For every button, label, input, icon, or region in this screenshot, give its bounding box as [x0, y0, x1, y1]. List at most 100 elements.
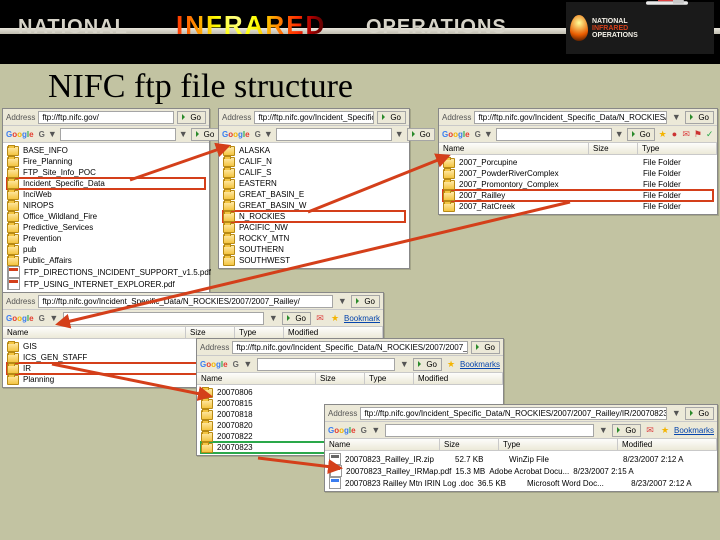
folder-icon [223, 212, 235, 222]
go-button[interactable]: Go [413, 358, 442, 371]
google-toolbar[interactable]: Google G Go [3, 126, 209, 143]
google-search-input[interactable] [496, 128, 612, 141]
column-header[interactable]: Name Size Type Modified [197, 373, 503, 385]
star-icon[interactable] [658, 128, 667, 140]
folder-row[interactable]: CALIF_N [223, 156, 405, 167]
mail-icon[interactable] [682, 128, 691, 140]
folder-row[interactable]: FTP_Site_Info_POC [7, 167, 205, 178]
address-url[interactable]: ftp://ftp.nifc.gov/Incident_Specific_Dat… [360, 407, 667, 420]
pdf-icon [8, 278, 20, 290]
folder-icon [223, 157, 235, 167]
bookmark-link[interactable]: Bookmark [344, 314, 380, 323]
folder-row[interactable]: EASTERN [223, 178, 405, 189]
folder-row[interactable]: SOUTHWEST [223, 255, 405, 266]
folder-row[interactable]: Prevention [7, 233, 205, 244]
folder-row[interactable]: GREAT_BASIN_W [223, 200, 405, 211]
address-url[interactable]: ftp://ftp.nifc.gov/ [38, 111, 174, 124]
folder-icon [223, 179, 235, 189]
google-search-input[interactable] [385, 424, 594, 437]
folder-name: InciWeb [23, 189, 52, 200]
folder-row[interactable]: N_ROCKIES [223, 211, 405, 222]
flag-icon[interactable] [694, 128, 703, 140]
check-icon[interactable] [705, 128, 714, 140]
file-row[interactable]: 20070823_Railley_IRMap.pdf15.3 MBAdobe A… [329, 465, 341, 477]
google-toolbar[interactable]: Google G Go Bookmarks [325, 422, 717, 439]
column-header[interactable]: Name Size Type [439, 143, 717, 155]
file-row[interactable]: 20070823_Railley_IR.zip52.7 KBWinZip Fil… [329, 453, 713, 465]
folder-icon [223, 223, 235, 233]
folder-name: 20070820 [217, 420, 253, 431]
dot-icon[interactable] [670, 128, 679, 140]
google-search-input[interactable] [63, 312, 264, 325]
folder-row[interactable]: Incident_Specific_Data [7, 178, 205, 189]
folder-row[interactable]: 2007_RatCreekFile Folder [443, 201, 713, 212]
folder-name: ICS_GEN_STAFF [23, 352, 87, 363]
folder-name: CALIF_N [239, 156, 272, 167]
folder-row[interactable]: Fire_Planning [7, 156, 205, 167]
google-search-input[interactable] [60, 128, 176, 141]
folder-row[interactable]: NIROPS [7, 200, 205, 211]
go-button[interactable]: Go [177, 111, 206, 124]
folder-name: 20070815 [217, 398, 253, 409]
star-icon[interactable] [329, 312, 341, 324]
folder-icon [7, 375, 19, 385]
column-header[interactable]: Name Size Type Modified [325, 439, 717, 451]
folder-row[interactable]: BASE_INFO [7, 145, 205, 156]
folder-row[interactable]: 2007_Promontory_ComplexFile Folder [443, 179, 713, 190]
mail-icon[interactable] [314, 312, 326, 324]
folder-row[interactable]: CALIF_S [223, 167, 405, 178]
go-button[interactable]: Go [407, 128, 436, 141]
folder-icon [201, 432, 213, 442]
go-button[interactable]: Go [612, 424, 641, 437]
go-button[interactable]: Go [685, 111, 714, 124]
folder-row[interactable]: Predictive_Services [7, 222, 205, 233]
dropdown-icon[interactable] [179, 128, 188, 140]
doc-icon [329, 477, 341, 489]
bookmarks-link[interactable]: Bookmarks [674, 426, 714, 435]
google-toolbar[interactable]: Google G Go [219, 126, 409, 143]
google-toolbar[interactable]: Google G Go [439, 126, 717, 143]
folder-row[interactable]: pub [7, 244, 205, 255]
google-search-input[interactable] [276, 128, 392, 141]
google-toolbar[interactable]: Google G Go Bookmarks [197, 356, 503, 373]
go-button[interactable]: Go [351, 295, 380, 308]
go-button[interactable]: Go [191, 128, 220, 141]
folder-row[interactable]: ROCKY_MTN [223, 233, 405, 244]
star-icon[interactable] [445, 358, 457, 370]
google-toolbar[interactable]: Google G Go Bookmark [3, 310, 383, 327]
folder-row[interactable]: InciWeb [7, 189, 205, 200]
star-icon[interactable] [659, 424, 671, 436]
folder-icon [443, 180, 455, 190]
folder-row[interactable]: PACIFIC_NW [223, 222, 405, 233]
folder-row[interactable]: ALASKA [223, 145, 405, 156]
go-button[interactable]: Go [471, 341, 500, 354]
bookmarks-link[interactable]: Bookmarks [460, 360, 500, 369]
folder-icon [443, 202, 455, 212]
folder-row[interactable]: 2007_RailleyFile Folder [443, 190, 713, 201]
folder-row[interactable]: Office_Wildland_Fire [7, 211, 205, 222]
address-url[interactable]: ftp://ftp.nifc.gov/Incident_Specific_Dat… [474, 111, 667, 124]
folder-row[interactable]: GREAT_BASIN_E [223, 189, 405, 200]
folder-row[interactable]: SOUTHERN [223, 244, 405, 255]
banner-infrared: INFRARED [176, 10, 326, 41]
folder-row[interactable]: Public_Affairs [7, 255, 205, 266]
file-row[interactable]: FTP_USING_INTERNET_EXPLORER.pdf [7, 278, 19, 290]
folder-name: Office_Wildland_Fire [23, 211, 97, 222]
dropdown-icon[interactable] [48, 128, 57, 140]
address-url[interactable]: ftp://ftp.nifc.gov/Incident_Specific_Dat… [232, 341, 468, 354]
mail-icon[interactable] [644, 424, 656, 436]
address-url[interactable]: ftp://ftp.nifc.gov/Incident_Specific_Dat… [254, 111, 374, 124]
airplane-icon [638, 0, 702, 12]
google-search-input[interactable] [257, 358, 395, 371]
folder-icon [443, 191, 455, 201]
folder-row[interactable]: 2007_PowderRiverComplexFile Folder [443, 168, 713, 179]
address-url[interactable]: ftp://ftp.nifc.gov/Incident_Specific_Dat… [38, 295, 333, 308]
go-button[interactable]: Go [282, 312, 311, 325]
go-button[interactable]: Go [627, 128, 656, 141]
file-row[interactable]: 20070823 Railley Mtn IRIN Log .doc36.5 K… [329, 477, 713, 489]
file-row[interactable]: FTP_DIRECTIONS_INCIDENT_SUPPORT_v1.5.pdf [7, 266, 19, 278]
go-button[interactable]: Go [685, 407, 714, 420]
folder-row[interactable]: 2007_PorcupineFile Folder [443, 157, 713, 168]
folder-row[interactable]: 20070806 [201, 387, 499, 398]
go-button[interactable]: Go [377, 111, 406, 124]
